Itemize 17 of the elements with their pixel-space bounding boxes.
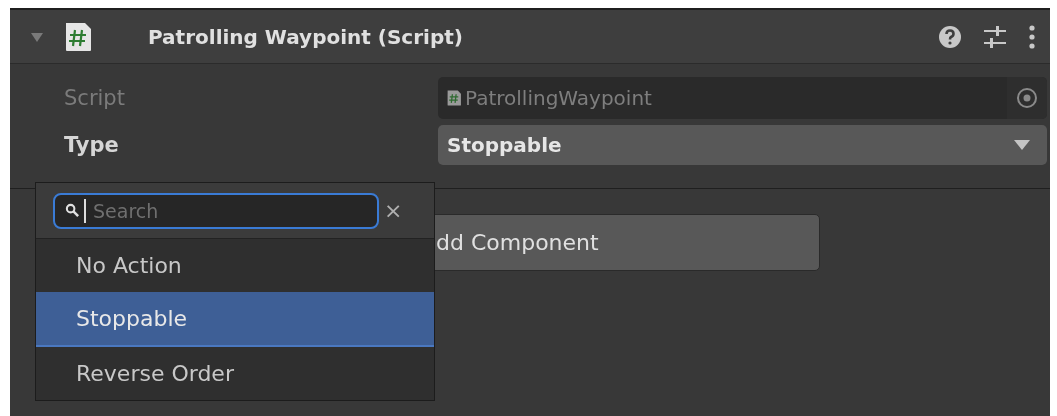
type-dropdown[interactable]: Stoppable: [438, 124, 1047, 165]
script-file-icon: [446, 88, 462, 107]
script-file-icon: [63, 21, 93, 52]
object-picker-icon[interactable]: [1016, 86, 1038, 109]
add-component-button[interactable]: dd Component: [433, 214, 820, 271]
search-field[interactable]: Search: [53, 192, 379, 229]
clear-search-button[interactable]: ×: [384, 198, 403, 223]
more-menu-icon[interactable]: [1028, 23, 1036, 50]
help-icon[interactable]: [938, 24, 962, 49]
settings-sliders-icon[interactable]: [982, 23, 1008, 50]
field-label: Type: [64, 132, 120, 157]
dropdown-option[interactable]: Stoppable: [36, 292, 434, 347]
dropdown-arrow-icon: [1013, 138, 1031, 151]
dropdown-option[interactable]: Reverse Order: [36, 347, 434, 400]
dropdown-option[interactable]: No Action: [36, 239, 434, 292]
component-title: Patrolling Waypoint (Script): [148, 24, 464, 49]
field-label: Script: [64, 85, 126, 110]
